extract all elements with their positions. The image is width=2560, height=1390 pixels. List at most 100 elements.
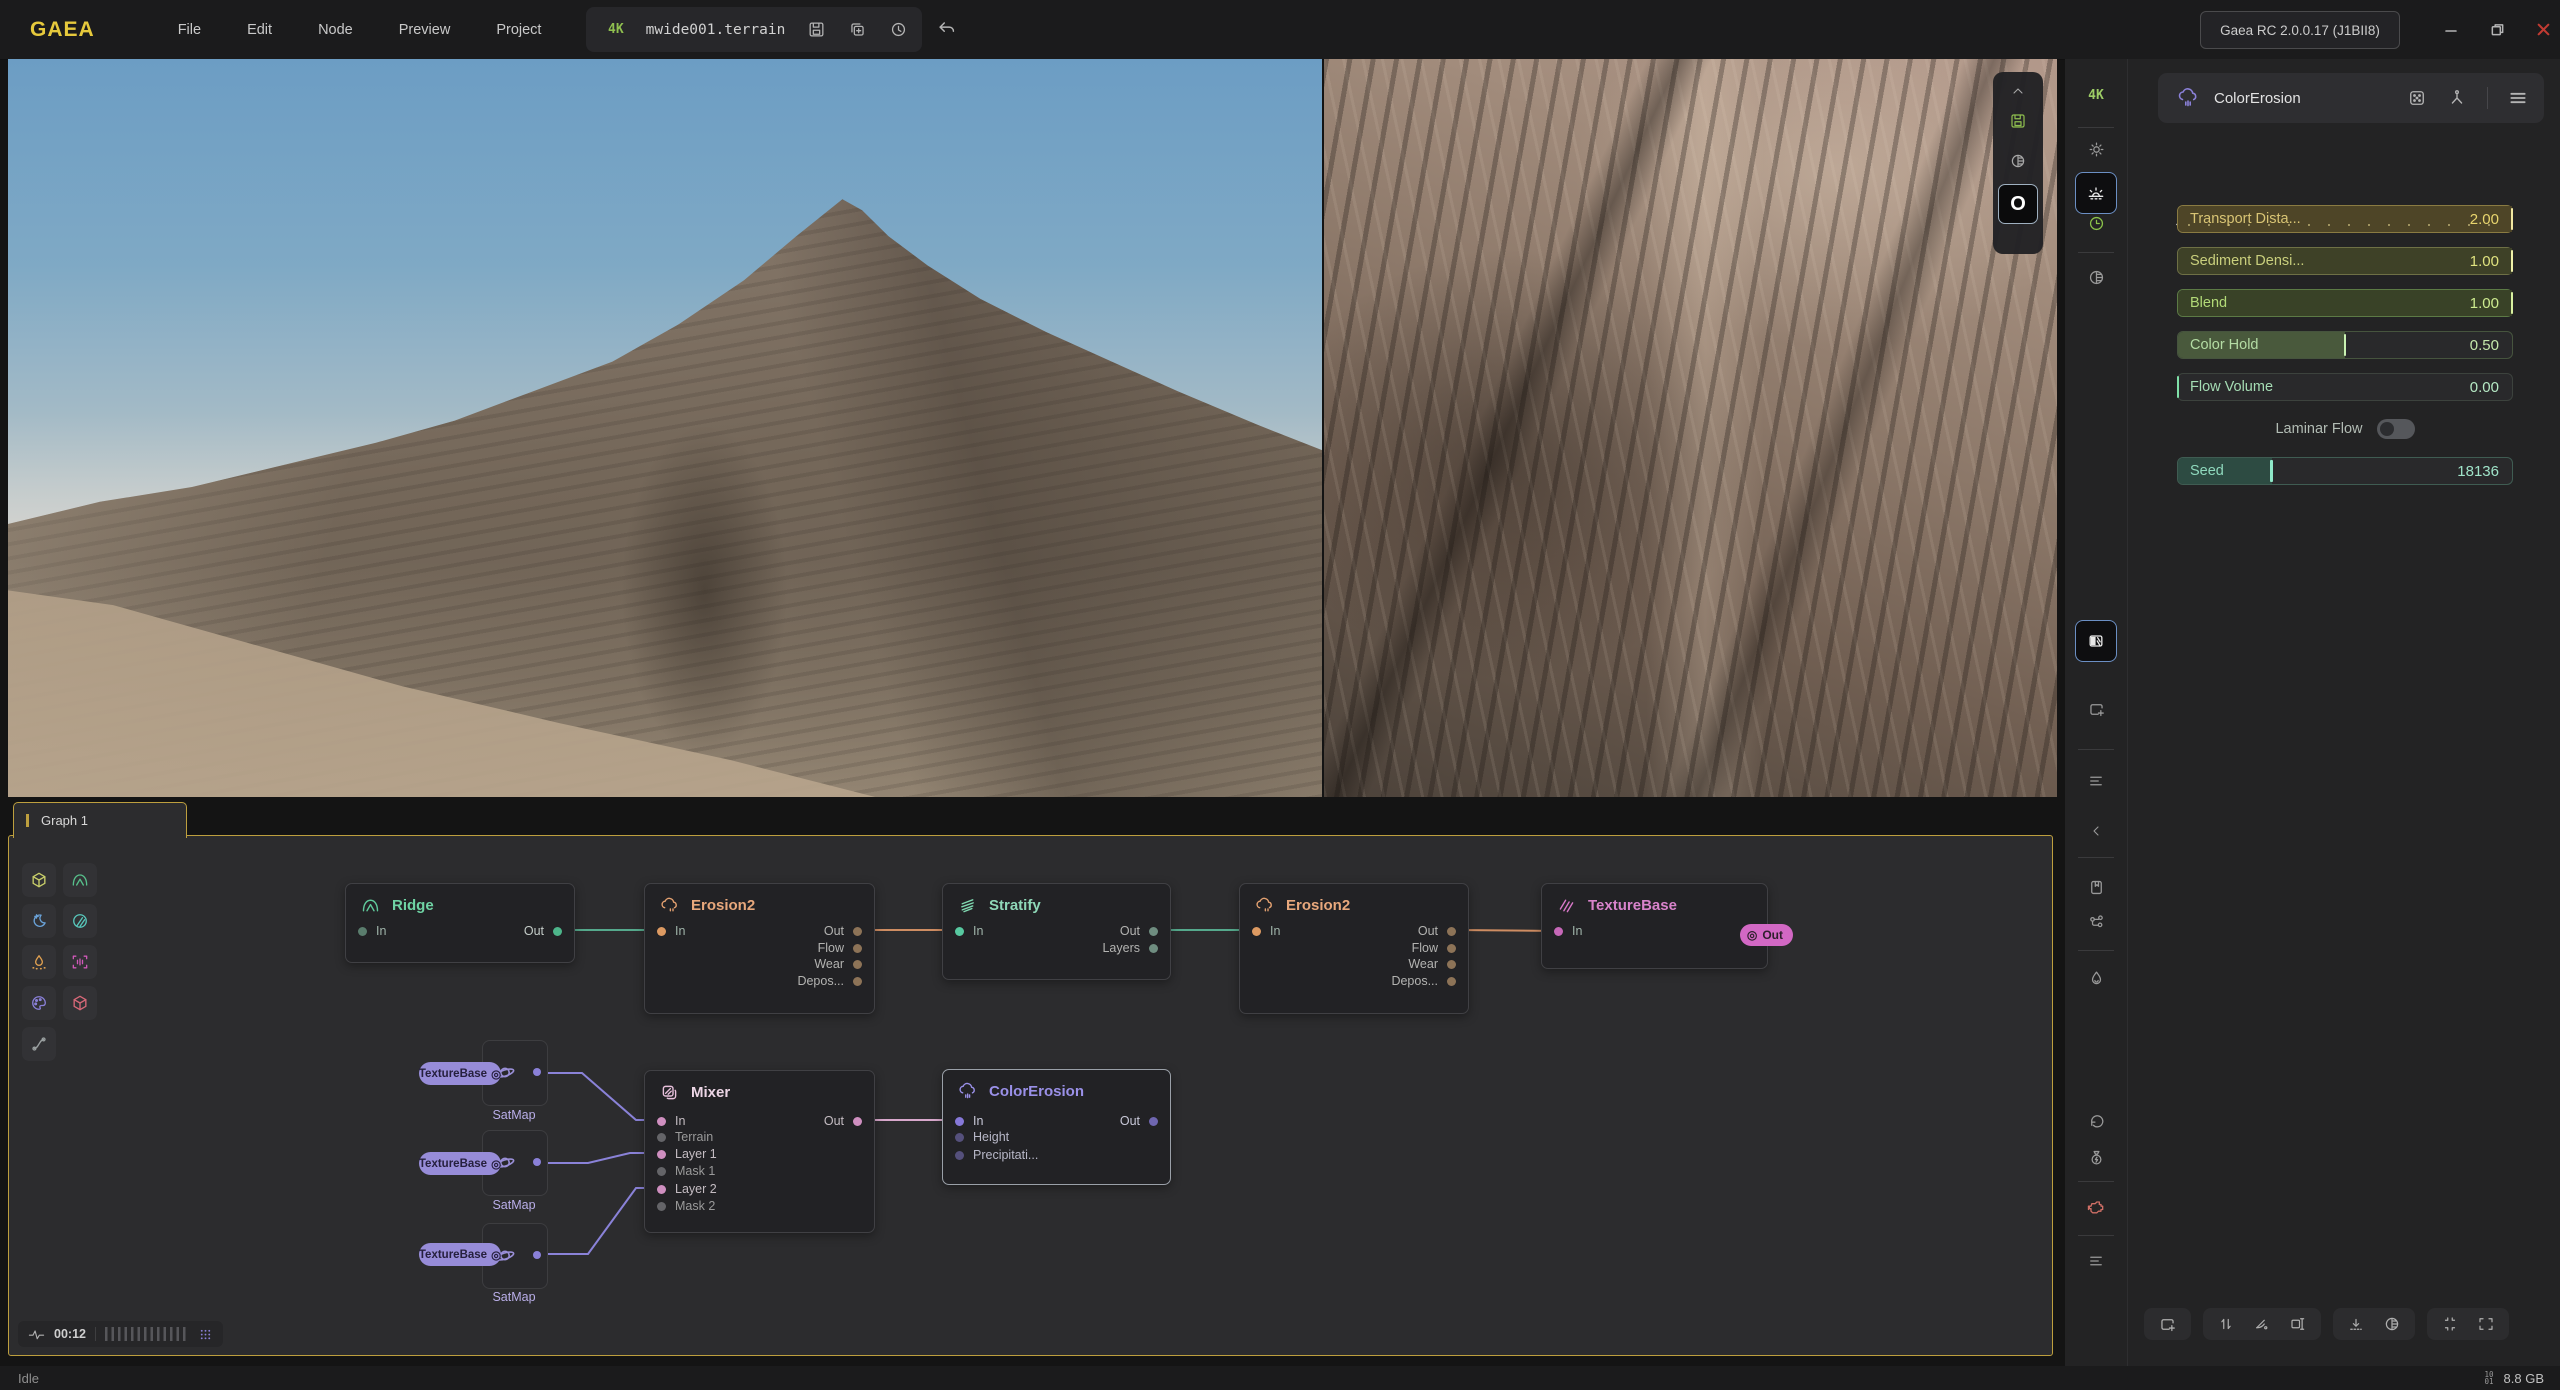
erosion-droplet-icon[interactable] [22,945,56,979]
output-port[interactable] [853,927,862,936]
expand-fullscreen-icon[interactable] [2477,1315,2495,1333]
randomize-dice-icon[interactable] [2407,88,2427,108]
menu-preview[interactable]: Preview [376,22,474,38]
render-clock-icon[interactable] [2065,209,2127,237]
input-port[interactable] [1554,927,1563,936]
slider-blend[interactable]: Blend 1.00 [2177,289,2513,317]
portal-pill-texturebase[interactable]: TextureBase◎ [419,1243,501,1266]
duplicate-icon[interactable] [848,20,867,39]
tonemap-icon[interactable] [2065,263,2127,291]
surface-hatch-icon[interactable] [63,904,97,938]
bookmarks-icon[interactable] [2065,873,2127,901]
add-view-icon[interactable] [2065,695,2127,723]
input-port[interactable] [358,927,367,936]
slider-sediment-density[interactable]: Sediment Densi... 1.00 [2177,247,2513,275]
portal-pill-texturebase[interactable]: TextureBase◎ [419,1062,501,1085]
input-port[interactable] [657,1185,666,1194]
save-icon[interactable] [807,20,826,39]
slider-transport-distance[interactable]: Transport Dista... 2.00 [2177,205,2513,233]
sun-icon[interactable] [2065,135,2127,163]
rename-icon[interactable] [2289,1315,2307,1333]
node-erosion2-first[interactable]: Erosion2 In Out Flow Wear Depos... [644,883,875,1014]
lookdev-moon-icon[interactable] [22,904,56,938]
slider-flow-volume[interactable]: Flow Volume 0.00 [2177,373,2513,401]
input-port[interactable] [955,927,964,936]
graph-options-icon[interactable] [2065,1247,2127,1275]
node-library-icon[interactable] [2065,908,2127,936]
expose-parameters-icon[interactable] [2447,88,2467,108]
wire-connection-icon[interactable] [22,1027,56,1061]
node-ridge[interactable]: Ridge In Out [345,883,575,963]
sunrise-lighting-button[interactable] [2065,173,2127,213]
properties-menu-icon[interactable] [2508,88,2528,108]
effects-wave-icon[interactable] [63,945,97,979]
undo-icon[interactable] [936,17,958,39]
slider-seed[interactable]: Seed 18136 [2177,457,2513,485]
input-port[interactable] [657,1133,666,1142]
laminar-flow-toggle[interactable] [2377,419,2415,439]
bake-flame-icon[interactable] [2065,964,2127,992]
output-port[interactable] [853,944,862,953]
primitives-cube-icon[interactable] [22,863,56,897]
dots-grid-icon[interactable] [198,1327,213,1342]
contrast-icon[interactable] [2009,146,2027,176]
pinned-output-badge[interactable]: ◎ Out [1740,924,1793,946]
view-options-icon[interactable] [2065,767,2127,795]
portal-pill-texturebase[interactable]: TextureBase◎ [419,1152,501,1175]
menu-project[interactable]: Project [473,22,564,38]
refresh-swirl-icon[interactable] [2065,1106,2127,1134]
snapshot-save-icon[interactable] [2009,106,2027,136]
menu-node[interactable]: Node [295,22,376,38]
collapse-up-icon[interactable] [2010,76,2026,106]
minimize-button[interactable] [2436,0,2466,59]
input-port[interactable] [955,1117,964,1126]
history-icon[interactable] [889,20,908,39]
resources-bag-icon[interactable] [2065,1143,2127,1171]
import-icon[interactable] [2347,1315,2365,1333]
node-colorerosion[interactable]: ColorErosion In Height Precipitati... Ou… [942,1069,1171,1185]
terrain-mountain-icon[interactable] [63,863,97,897]
build-timeline-bar[interactable]: 00:12 [18,1321,223,1347]
output-port[interactable] [1149,1117,1158,1126]
overlay-mode-button[interactable]: O [1998,184,2038,224]
close-button[interactable] [2528,0,2558,59]
menu-edit[interactable]: Edit [224,22,295,38]
version-badge[interactable]: Gaea RC 2.0.0.17 (J1BII8) [2200,11,2400,49]
curve-angle-icon[interactable] [2253,1315,2271,1333]
menu-file[interactable]: File [155,22,224,38]
input-port[interactable] [955,1151,964,1160]
node-texturebase[interactable]: TextureBase In ◎ Out [1541,883,1768,969]
output-port[interactable] [1447,960,1456,969]
add-frame-icon[interactable] [2158,1315,2177,1334]
display-contrast-icon[interactable] [2383,1315,2401,1333]
input-port[interactable] [657,1117,666,1126]
graph-tab[interactable]: Graph 1 [13,802,187,838]
output-port[interactable] [533,1068,541,1076]
input-port[interactable] [657,1150,666,1159]
output-port[interactable] [853,960,862,969]
node-stratify[interactable]: Stratify In Out Layers [942,883,1171,980]
collapse-all-icon[interactable] [2441,1315,2459,1333]
viewport-3d-right[interactable] [1324,59,2057,797]
output-port[interactable] [1447,927,1456,936]
viewport-3d-left[interactable] [8,59,1322,797]
engine-icon[interactable] [2065,1193,2127,1221]
output-port[interactable] [1149,927,1158,936]
output-port[interactable] [533,1251,541,1259]
file-bar[interactable]: 4K mwide001.terrain [586,7,922,52]
output-port[interactable] [1149,944,1158,953]
input-port[interactable] [657,1202,666,1211]
input-port[interactable] [657,1167,666,1176]
input-port[interactable] [657,927,666,936]
node-mixer[interactable]: Mixer In Terrain Layer 1 Mask 1 Layer 2 … [644,1070,875,1233]
render-resolution-button[interactable]: 4K [2065,81,2127,109]
input-port[interactable] [955,1133,964,1142]
output-port[interactable] [1447,977,1456,986]
input-port[interactable] [1252,927,1261,936]
sort-arrows-icon[interactable] [2217,1315,2235,1333]
utilities-cube-icon[interactable] [63,986,97,1020]
output-port[interactable] [533,1158,541,1166]
slider-color-hold[interactable]: Color Hold 0.50 [2177,331,2513,359]
split-view-button[interactable] [2065,621,2127,661]
restore-button[interactable] [2482,0,2512,59]
